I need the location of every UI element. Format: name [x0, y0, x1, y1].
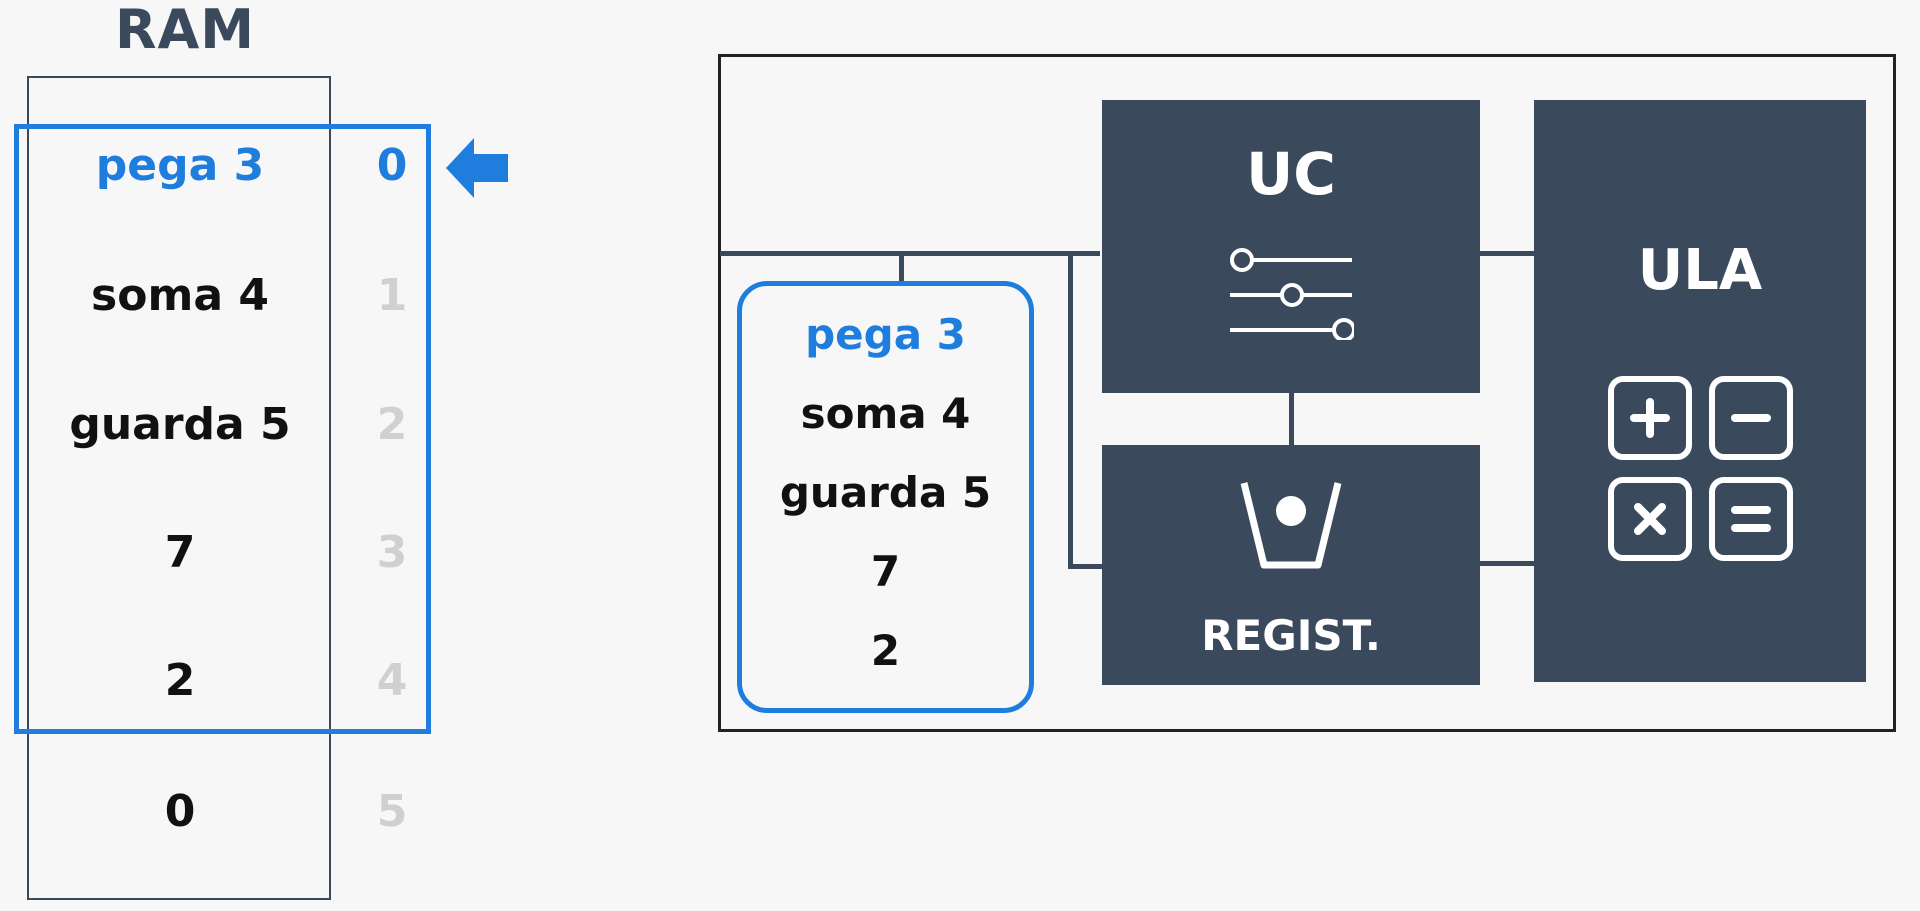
ram-address-1: 1	[376, 270, 408, 321]
ram-cell-2: guarda 5	[69, 399, 291, 450]
bus-top-left	[720, 251, 1100, 256]
ula-block: ULA	[1534, 100, 1866, 682]
ram-cell-3: 7	[164, 527, 196, 578]
ram-address-3: 3	[376, 527, 408, 578]
cache-line-0: pega 3	[805, 310, 966, 359]
ram-address-4: 4	[376, 655, 408, 706]
registers-block: REGIST.	[1102, 445, 1480, 685]
bus-vertical-left	[1068, 251, 1073, 569]
cpu-cache: pega 3 soma 4 guarda 5 7 2	[737, 281, 1034, 713]
sliders-icon	[1230, 248, 1354, 340]
ram-cell-0: pega 3	[95, 140, 265, 191]
bus-uc-ula	[1480, 251, 1534, 256]
uc-label: UC	[1246, 140, 1336, 208]
ram-address-5: 5	[376, 786, 408, 837]
bus-to-registers	[1068, 564, 1104, 569]
ram-title: RAM	[114, 0, 256, 61]
register-cup-icon	[1240, 482, 1342, 569]
bus-cache-drop	[899, 251, 904, 285]
cache-line-3: 7	[870, 547, 901, 596]
ula-label: ULA	[1637, 238, 1763, 303]
registers-label: REGIST.	[1201, 611, 1381, 660]
cache-line-1: soma 4	[800, 389, 971, 438]
cache-line-4: 2	[870, 626, 901, 675]
bus-registers-ula	[1480, 561, 1534, 566]
ram-cell-5: 0	[164, 786, 196, 837]
ram-cell-4: 2	[164, 655, 196, 706]
ram-cell-1: soma 4	[91, 270, 269, 321]
cache-line-2: guarda 5	[779, 468, 992, 517]
ram-address-0: 0	[376, 140, 408, 191]
pointer-arrow-icon	[446, 138, 508, 198]
calculator-icon	[1608, 376, 1793, 561]
uc-block: UC	[1102, 100, 1480, 393]
ram-address-2: 2	[376, 399, 408, 450]
bus-uc-registers	[1289, 393, 1294, 447]
